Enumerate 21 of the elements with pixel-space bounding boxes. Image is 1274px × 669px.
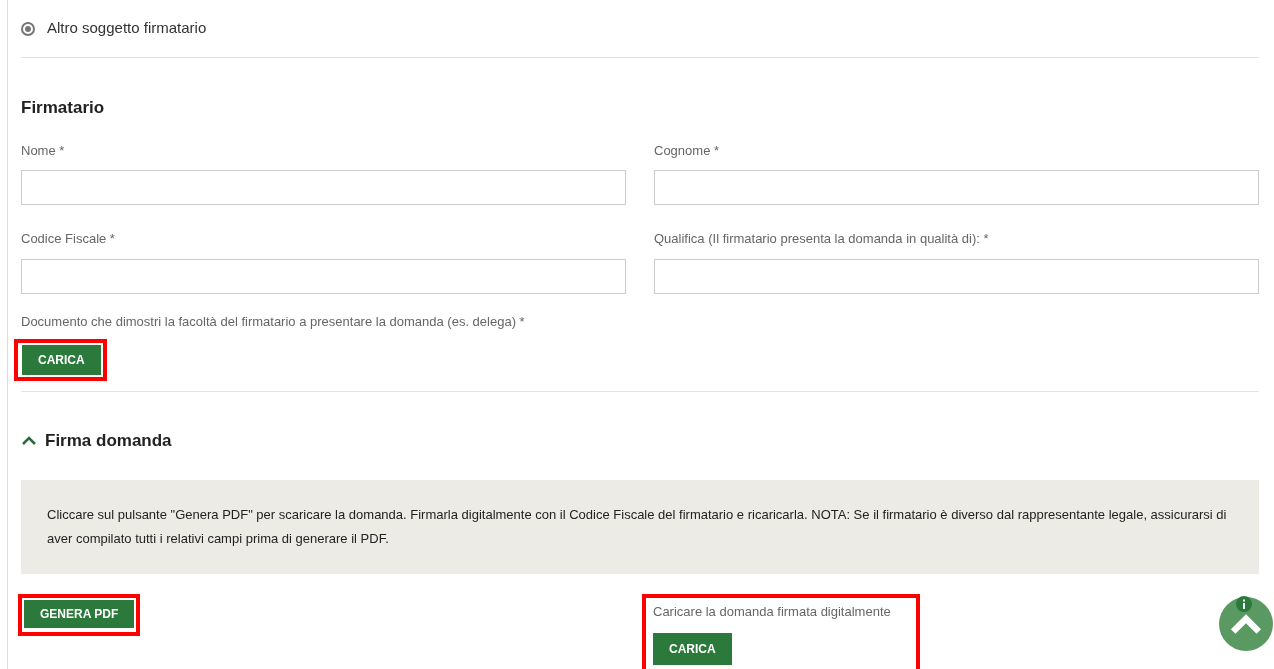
field-label: Codice Fiscale * <box>21 230 116 248</box>
generate-pdf-button[interactable]: GENERA PDF <box>24 599 135 630</box>
field-label: Cognome * <box>654 141 721 160</box>
input-field[interactable] <box>654 258 1259 294</box>
info-text: Cliccare sul pulsante "Genera PDF" per scaricare la domanda. Firmarla digitalmente con il Codice Fiscale del firmatario e ricaricarla. NOTA: Se il firmatario è diverso dal rappresentante legale, assicurarsi di aver compilato tutti i relativi campi prima di generare il PDF. <box>47 505 1228 548</box>
field-label: Caricare la domanda firmata digitalmente <box>653 602 891 621</box>
upload-button[interactable]: CARICA <box>653 633 732 665</box>
input-field[interactable] <box>21 258 626 294</box>
upload-button[interactable]: CARICA <box>20 345 101 375</box>
radio-label: Altro soggetto firmatario <box>47 18 207 39</box>
chevron-up-icon <box>1230 613 1262 635</box>
radio-button[interactable] <box>21 21 35 36</box>
field-label: Nome * <box>21 141 66 160</box>
section-title: Firmatario <box>21 97 106 119</box>
scroll-top-button[interactable] <box>1219 597 1273 651</box>
field-label: Documento che dimostri la facoltà del firmatario a presentare la domanda (es. delega) * <box>21 312 526 331</box>
field-label: Qualifica (Il firmatario presenta la domanda in qualità di): * <box>654 230 990 248</box>
input-field[interactable] <box>654 170 1259 205</box>
section-title: Firma domanda <box>45 430 172 452</box>
info-icon <box>1236 596 1252 612</box>
input-field[interactable] <box>21 170 626 205</box>
